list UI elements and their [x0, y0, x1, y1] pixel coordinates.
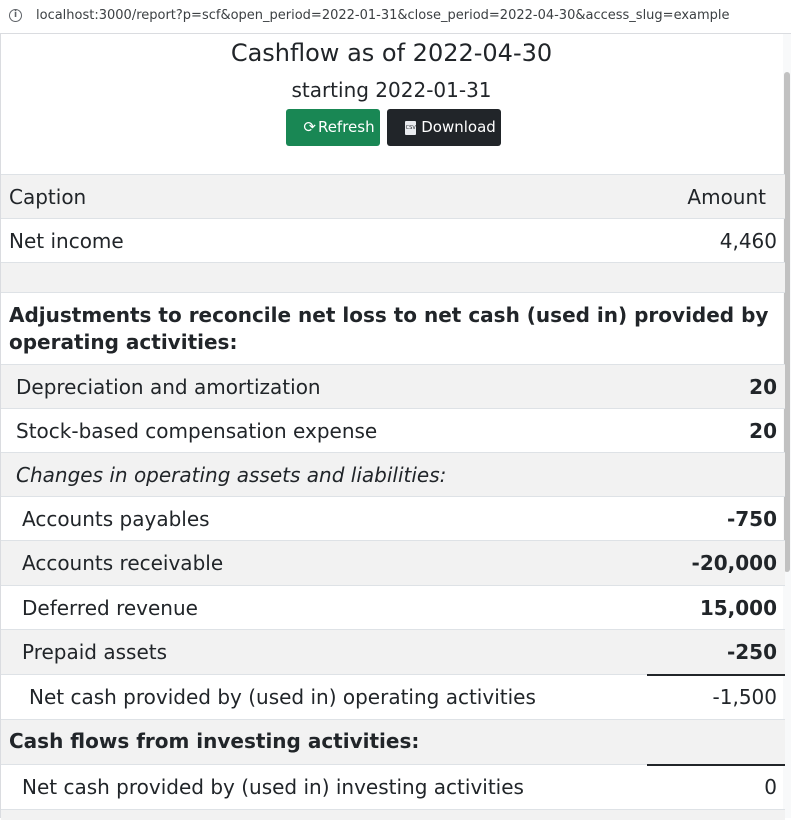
row-amount: 4,460: [646, 218, 785, 263]
table-header-row: Caption Amount: [1, 174, 785, 219]
refresh-button[interactable]: ⟳ Refresh: [286, 109, 380, 146]
table-row: Accounts payables -750: [1, 496, 785, 541]
section-heading-row: Adjustments to reconcile net loss to net…: [1, 292, 785, 365]
row-caption: Depreciation and amortization: [1, 364, 647, 409]
column-header-amount: Amount: [646, 174, 785, 219]
report-header: Cashflow as of 2022-04-30 starting 2022-…: [0, 34, 783, 174]
row-amount: -20,000: [646, 540, 785, 586]
table-row: Net income 4,460: [1, 218, 785, 263]
subtotal-row: Net cash provided by (used in) operating…: [1, 673, 785, 720]
table-row: Prepaid assets -250: [1, 629, 785, 675]
table-row: Stock-based compensation expense 20: [1, 408, 785, 453]
refresh-button-label: Refresh: [317, 118, 375, 136]
address-bar[interactable]: i localhost:3000/report?p=scf&open_perio…: [0, 0, 791, 34]
row-caption: Net cash provided by (used in) operating…: [1, 674, 647, 720]
row-caption: Net cash provided by (used in) investing…: [1, 764, 647, 810]
column-header-caption: Caption: [1, 174, 647, 219]
row-amount: [646, 262, 785, 293]
row-caption: Stock-based compensation expense: [1, 408, 647, 453]
row-caption: Net income: [1, 218, 647, 263]
table-row-spacer: [1, 262, 785, 293]
subsection-heading-row: Changes in operating assets and liabilit…: [1, 452, 785, 497]
row-amount: [646, 809, 785, 820]
cashflow-table: Caption Amount Net income 4,460 Adjustme…: [1, 174, 785, 820]
url-text[interactable]: localhost:3000/report?p=scf&open_period=…: [36, 8, 730, 23]
row-caption: Accounts receivable: [1, 540, 647, 586]
download-button-label: Download: [421, 118, 496, 136]
row-amount: -250: [646, 629, 785, 675]
table-row: Accounts receivable -20,000: [1, 540, 785, 586]
refresh-icon: ⟳: [303, 118, 316, 136]
row-caption: [1, 809, 647, 820]
section-heading-operating-adjustments: Adjustments to reconcile net loss to net…: [1, 292, 785, 365]
table-row: Depreciation and amortization 20: [1, 364, 785, 409]
download-button[interactable]: Download: [387, 109, 501, 146]
subsection-heading-working-capital: Changes in operating assets and liabilit…: [1, 452, 785, 497]
row-amount: 20: [646, 408, 785, 453]
page-title: Cashflow as of 2022-04-30: [230, 39, 553, 67]
row-amount: 15,000: [646, 585, 785, 630]
csv-file-icon: [405, 120, 417, 135]
row-caption: [1, 262, 647, 293]
row-caption: Prepaid assets: [1, 629, 647, 675]
section-heading-investing: Cash flows from investing activities:: [1, 719, 785, 765]
row-amount: 0: [646, 763, 785, 810]
row-amount: -750: [646, 496, 785, 541]
row-amount: -1,500: [646, 673, 785, 720]
info-icon[interactable]: i: [9, 9, 22, 22]
page-subtitle: starting 2022-01-31: [291, 78, 492, 102]
table-row: Deferred revenue 15,000: [1, 585, 785, 630]
section-heading-row: Cash flows from investing activities:: [1, 719, 785, 765]
table-row-partial: [1, 809, 785, 820]
subtotal-row: Net cash provided by (used in) investing…: [1, 763, 785, 810]
row-caption: Accounts payables: [1, 496, 647, 541]
row-caption: Deferred revenue: [1, 585, 647, 630]
row-amount: 20: [646, 364, 785, 409]
